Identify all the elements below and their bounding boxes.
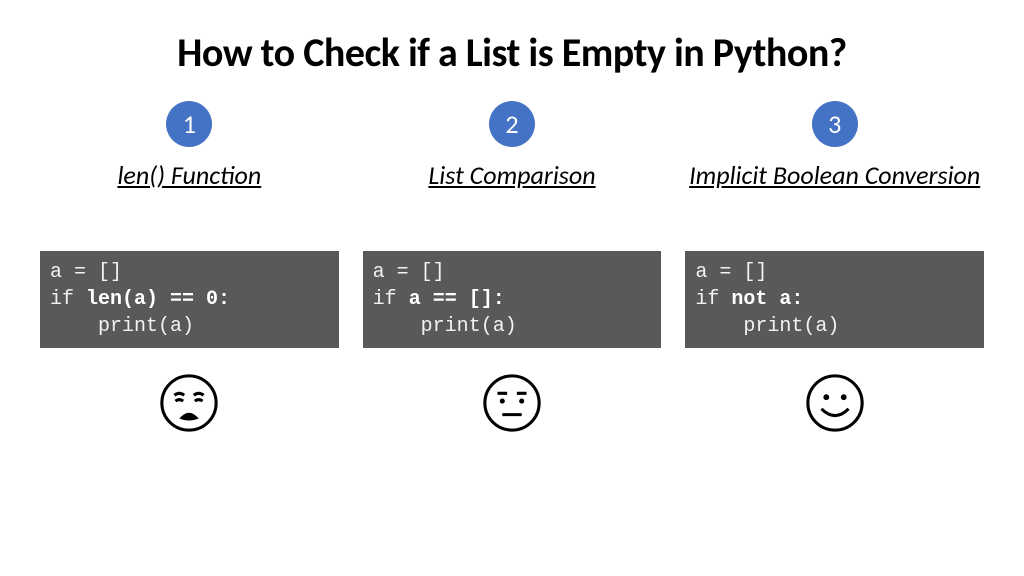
column-2: 2 List Comparison a = [] if a == []: pri…: [363, 101, 662, 434]
code-block-2: a = [] if a == []: print(a): [363, 251, 662, 348]
column-2-heading: List Comparison: [428, 161, 595, 227]
number-badge-3-text: 3: [828, 108, 841, 140]
code-block-3: a = [] if not a: print(a): [685, 251, 984, 348]
code-3-line2-bold: not a:: [731, 288, 803, 311]
number-badge-2: 2: [489, 101, 535, 147]
code-1-line2-prefix: if: [50, 288, 86, 311]
neutral-face-icon: [481, 372, 543, 434]
column-1-heading: len() Function: [117, 161, 261, 227]
number-badge-1: 1: [166, 101, 212, 147]
smiling-face-icon: [804, 372, 866, 434]
slide-title: How to Check if a List is Empty in Pytho…: [40, 28, 984, 77]
code-2-line2-prefix: if: [373, 288, 409, 311]
code-1-line3: print(a): [50, 315, 194, 338]
weary-face-icon: [158, 372, 220, 434]
number-badge-3: 3: [812, 101, 858, 147]
code-1-line1: a = []: [50, 261, 122, 284]
code-1-line2-bold: len(a) == 0:: [86, 288, 230, 311]
number-badge-2-text: 2: [505, 108, 518, 140]
slide: How to Check if a List is Empty in Pytho…: [0, 0, 1024, 576]
code-2-line3: print(a): [373, 315, 517, 338]
column-3: 3 Implicit Boolean Conversion a = [] if …: [685, 101, 984, 434]
columns-row: 1 len() Function a = [] if len(a) == 0: …: [40, 101, 984, 434]
code-2-line1: a = []: [373, 261, 445, 284]
code-3-line1: a = []: [695, 261, 767, 284]
code-block-1: a = [] if len(a) == 0: print(a): [40, 251, 339, 348]
number-badge-1-text: 1: [183, 108, 196, 140]
column-1: 1 len() Function a = [] if len(a) == 0: …: [40, 101, 339, 434]
code-3-line3: print(a): [695, 315, 839, 338]
column-3-heading: Implicit Boolean Conversion: [689, 161, 980, 227]
code-3-line2-prefix: if: [695, 288, 731, 311]
code-2-line2-bold: a == []:: [409, 288, 505, 311]
